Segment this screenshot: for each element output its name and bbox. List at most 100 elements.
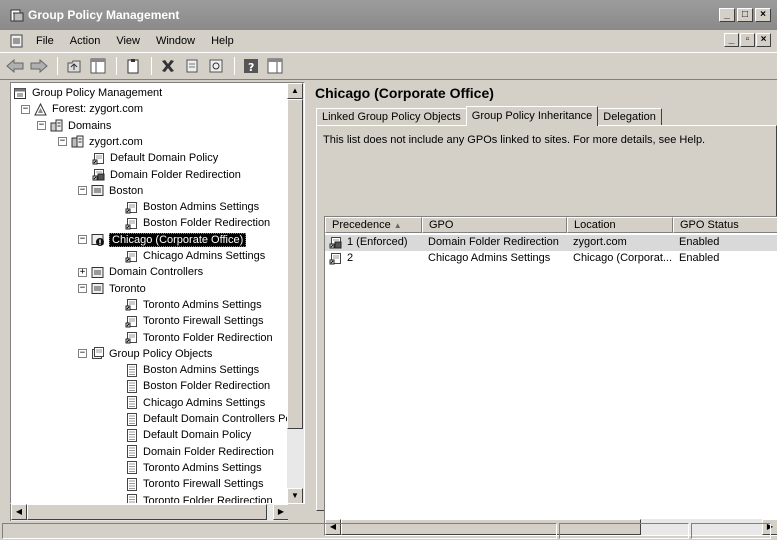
tree-node-domain-folder-redirection[interactable]: Domain Folder Redirection	[92, 167, 241, 183]
child-minimize-button[interactable]: _	[724, 33, 739, 47]
tree-node-chicago-admins-settings[interactable]: Chicago Admins Settings	[125, 395, 265, 411]
child-restore-button[interactable]: ▫	[740, 33, 755, 47]
cell-precedence: 2	[347, 252, 354, 264]
column-header-precedence[interactable]: Precedence ▲	[325, 217, 422, 233]
show-action-pane-button[interactable]	[264, 56, 286, 76]
inheritance-list[interactable]: Precedence ▲ GPO Location GPO Status 1 (…	[324, 216, 777, 536]
collapse-icon[interactable]: −	[58, 137, 67, 147]
refresh-doc-icon	[209, 59, 223, 73]
ou-blocked-icon	[91, 233, 104, 247]
console-tree[interactable]: Group Policy Management − Forest: zygort.c…	[10, 82, 305, 504]
scroll-down-button[interactable]: ▼	[287, 488, 303, 503]
tree-node-domain-controllers[interactable]: + Domain Controllers	[78, 264, 203, 280]
refresh-button[interactable]	[205, 56, 227, 76]
tree-node-toronto-folder-redirection[interactable]: Toronto Folder Redirection	[125, 330, 273, 346]
tree-hscroll-thumb[interactable]	[27, 504, 267, 520]
gpo-icon	[125, 379, 138, 393]
tree-horizontal-scrollbar[interactable]: ◀ ▶	[10, 504, 289, 521]
scroll-right-button[interactable]: ▶	[273, 504, 289, 520]
menu-window[interactable]: Window	[148, 35, 203, 47]
tree-node-chicago-corporate-office[interactable]: − Chicago (Corporate Office)	[78, 232, 247, 248]
inheritance-row[interactable]: 1 (Enforced) Domain Folder Redirection zyg…	[325, 235, 777, 251]
minimize-button[interactable]: _	[719, 8, 735, 22]
up-one-level-button[interactable]	[63, 56, 85, 76]
gpo-icon	[125, 477, 138, 491]
tree-node-toronto-admins-settings[interactable]: Toronto Admins Settings	[125, 297, 262, 313]
status-pane-2	[559, 523, 689, 539]
ou-icon	[91, 282, 104, 295]
tree-node-boston[interactable]: − Boston	[78, 183, 143, 199]
scroll-left-button[interactable]: ◀	[11, 504, 27, 520]
console-icon	[14, 87, 27, 100]
tree-node-boston-admins-settings[interactable]: Boston Admins Settings	[125, 199, 259, 215]
tree-node-boston-admins-settings[interactable]: Boston Admins Settings	[125, 362, 259, 378]
tree-node-label: Group Policy Objects	[109, 347, 213, 360]
copy-button[interactable]	[181, 56, 203, 76]
collapse-icon[interactable]: −	[78, 349, 87, 359]
collapse-icon[interactable]: −	[78, 186, 87, 196]
tree-node-boston-folder-redirection[interactable]: Boston Folder Redirection	[125, 378, 270, 394]
window-title: Group Policy Management	[28, 8, 180, 22]
properties-button[interactable]	[122, 56, 144, 76]
tree-node-chicago-admins-settings[interactable]: Chicago Admins Settings	[125, 248, 265, 264]
menu-action[interactable]: Action	[62, 35, 109, 47]
tree-node-toronto-admins-settings[interactable]: Toronto Admins Settings	[125, 460, 262, 476]
collapse-icon[interactable]: −	[37, 121, 46, 131]
gpo-link-icon	[125, 298, 138, 311]
back-button[interactable]	[4, 56, 26, 76]
column-header-gpo[interactable]: GPO	[422, 217, 567, 233]
child-close-button[interactable]: ×	[756, 33, 771, 47]
tree-vscroll-thumb[interactable]	[287, 99, 303, 429]
ou-icon	[91, 266, 104, 279]
column-header-gpo-status[interactable]: GPO Status	[673, 217, 777, 233]
tree-node-default-domain-policy[interactable]: Default Domain Policy	[92, 150, 218, 166]
folder-up-icon	[67, 60, 81, 73]
cell-gpo: Domain Folder Redirection	[428, 236, 559, 248]
tree-node-label: Toronto	[109, 282, 146, 295]
menu-help[interactable]: Help	[203, 35, 242, 47]
tree-node-group-policy-objects[interactable]: − Group Policy Objects	[78, 346, 212, 362]
title-bar[interactable]: Group Policy Management _ □ ×	[0, 0, 777, 30]
tree-node-domain-folder-redirection[interactable]: Domain Folder Redirection	[125, 444, 274, 460]
mmc-doc-icon[interactable]	[10, 34, 24, 48]
tree-node-toronto[interactable]: − Toronto	[78, 281, 146, 297]
help-button[interactable]: ?	[240, 56, 262, 76]
tree-node-forest-zygort-com[interactable]: − Forest: zygort.com	[21, 101, 143, 117]
tab-gp-inheritance[interactable]: Group Policy Inheritance	[465, 106, 599, 126]
tree-node-boston-folder-redirection[interactable]: Boston Folder Redirection	[125, 215, 270, 231]
info-note: This list does not include any GPOs link…	[323, 134, 706, 146]
forward-arrow-icon	[30, 59, 48, 73]
tab-delegation[interactable]: Delegation	[597, 108, 662, 126]
expand-icon[interactable]: +	[78, 267, 87, 277]
gpo-icon	[125, 396, 138, 410]
tree-node-default-domain-policy[interactable]: Default Domain Policy	[125, 427, 251, 443]
collapse-icon[interactable]: −	[21, 104, 30, 114]
tree-node-zygort-com[interactable]: − zygort.com	[58, 134, 143, 150]
scroll-up-button[interactable]: ▲	[287, 83, 303, 99]
maximize-button[interactable]: □	[737, 8, 753, 22]
tree-node-toronto-firewall-settings[interactable]: Toronto Firewall Settings	[125, 476, 263, 492]
tab-linked-gpos[interactable]: Linked Group Policy Objects	[316, 108, 467, 126]
tree-node-default-domain-controllers-polic[interactable]: Default Domain Controllers Polic	[125, 411, 289, 427]
gpo-icon	[125, 363, 138, 377]
show-hide-console-tree-button[interactable]	[87, 56, 109, 76]
collapse-icon[interactable]: −	[78, 284, 87, 294]
delete-button[interactable]	[157, 56, 179, 76]
tree-node-label: Boston Admins Settings	[143, 364, 260, 377]
column-header-location[interactable]: Location	[567, 217, 673, 233]
gpo-container-icon	[91, 347, 104, 360]
inheritance-row[interactable]: 2 Chicago Admins Settings Chicago (Corpora…	[325, 251, 777, 267]
menu-view[interactable]: View	[108, 35, 148, 47]
forward-button[interactable]	[28, 56, 50, 76]
collapse-icon[interactable]: −	[78, 235, 87, 245]
tree-node-domains[interactable]: − Domains	[37, 118, 111, 134]
tree-node-group-policy-management[interactable]: Group Policy Management	[14, 85, 162, 101]
tree-vertical-scrollbar[interactable]: ▲ ▼	[287, 83, 304, 503]
toolbar: ?	[0, 52, 777, 80]
close-button[interactable]: ×	[755, 8, 771, 22]
gpo-icon	[125, 445, 138, 459]
tree-node-toronto-firewall-settings[interactable]: Toronto Firewall Settings	[125, 313, 263, 329]
menu-file[interactable]: File	[28, 35, 62, 47]
tree-node-toronto-folder-redirection[interactable]: Toronto Folder Redirection	[125, 493, 273, 503]
tree-node-label: Domains	[68, 119, 112, 132]
